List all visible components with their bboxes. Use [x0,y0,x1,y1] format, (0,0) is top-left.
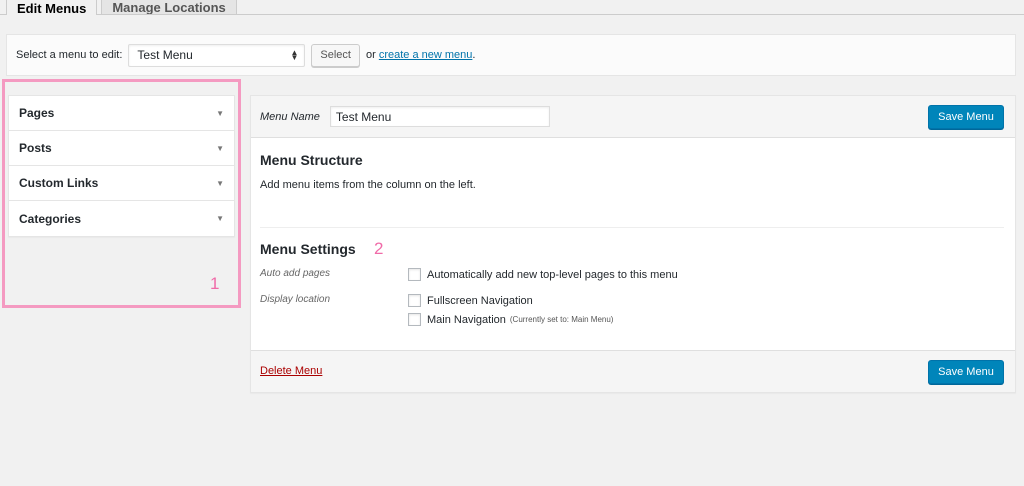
fullscreen-navigation-checkbox[interactable] [408,294,421,307]
section-divider [260,227,1004,228]
select-button[interactable]: Select [311,43,360,67]
location-fullscreen-navigation[interactable]: Fullscreen Navigation [408,294,533,307]
panel-header: Menu Name Test Menu Save Menu [251,96,1015,138]
auto-add-pages-option[interactable]: Automatically add new top-level pages to… [408,268,678,281]
menu-edit-panel: Menu Name Test Menu Save Menu Menu Struc… [250,95,1016,393]
menu-structure-help: Add menu items from the column on the le… [260,179,476,191]
or-text: or [365,49,376,61]
create-new-menu-link[interactable]: create a new menu [379,49,473,61]
tab-edit-menus[interactable]: Edit Menus [6,0,98,15]
main-navigation-checkbox[interactable] [408,313,421,326]
auto-add-option-label: Automatically add new top-level pages to… [427,268,678,281]
menu-settings-title: Menu Settings [260,241,356,257]
location-label: Main Navigation [427,313,506,326]
location-main-navigation[interactable]: Main Navigation (Currently set to: Main … [408,313,613,326]
select-menu-bar: Select a menu to edit: Test Menu ▲ ▼ Sele… [6,34,1016,76]
menu-structure-title: Menu Structure [260,152,363,168]
nav-tabs: Edit Menus Manage Locations [6,0,241,15]
period-text: . [472,49,476,61]
save-menu-button-bottom[interactable]: Save Menu [928,360,1004,384]
panel-footer: Delete Menu Save Menu [251,350,1015,392]
auto-add-checkbox[interactable] [408,268,421,281]
create-menu-text: or create a new menu. [366,49,475,61]
location-note: (Currently set to: Main Menu) [509,315,614,324]
menu-name-label: Menu Name [260,110,320,123]
annotation-box-1 [2,79,241,308]
auto-add-pages-label: Auto add pages [260,268,331,279]
select-arrows-icon: ▲ ▼ [290,48,299,62]
annotation-number-2: 2 [374,239,384,258]
tab-edit-menus-label: Edit Menus [17,1,87,15]
tab-manage-locations[interactable]: Manage Locations [101,0,237,15]
display-location-label: Display location [260,294,331,305]
location-label: Fullscreen Navigation [427,294,533,307]
save-menu-button-top[interactable]: Save Menu [928,105,1004,129]
delete-menu-link[interactable]: Delete Menu [260,365,322,377]
menu-name-input[interactable]: Test Menu [329,106,550,127]
annotation-number-1: 1 [210,274,220,293]
select-menu-label: Select a menu to edit: [16,49,123,61]
menu-select-value: Test Menu [137,48,193,62]
menu-select-dropdown[interactable]: Test Menu ▲ ▼ [128,43,306,67]
tab-manage-locations-label: Manage Locations [112,0,226,15]
